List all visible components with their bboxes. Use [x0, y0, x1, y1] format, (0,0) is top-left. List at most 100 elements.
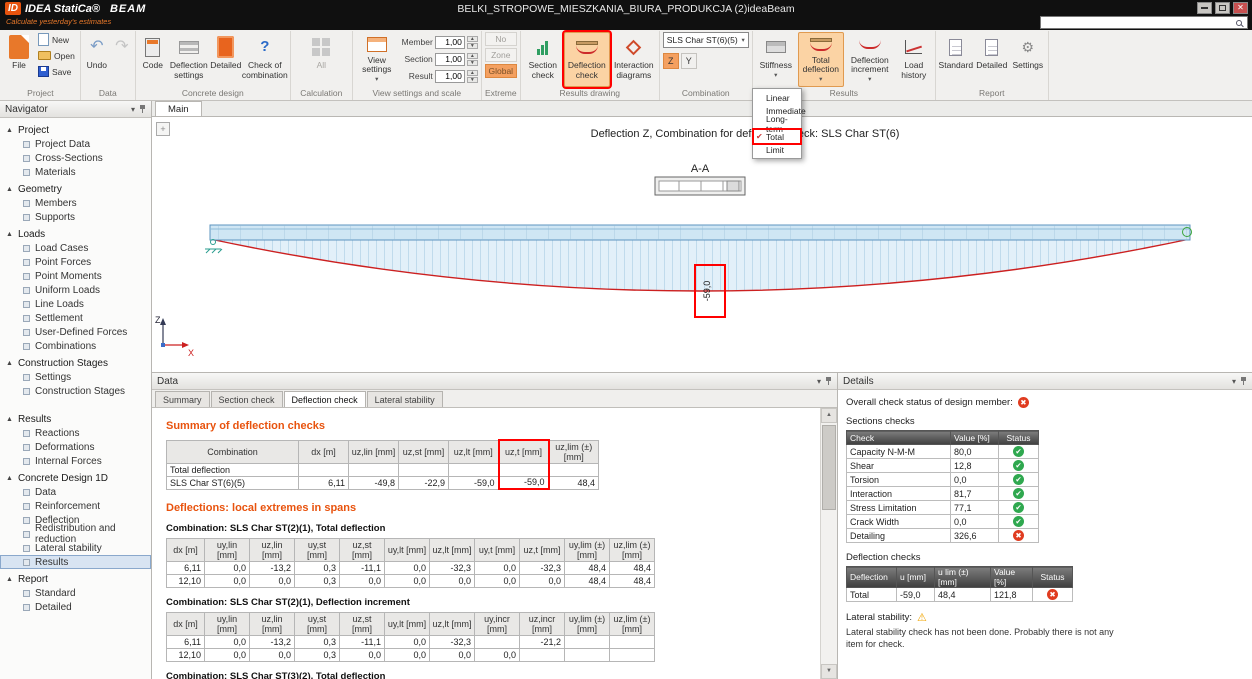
open-button[interactable]: Open — [36, 48, 77, 63]
nav-item-point-moments[interactable]: Point Moments — [0, 269, 151, 283]
step-down-icon[interactable]: ▼ — [467, 60, 478, 66]
panel-menu-icon[interactable]: ▾ — [1232, 377, 1236, 386]
step-down-icon[interactable]: ▼ — [467, 43, 478, 49]
tab-main[interactable]: Main — [155, 101, 202, 116]
scroll-down-icon[interactable]: ▼ — [821, 664, 837, 679]
nav-item-data[interactable]: Data — [0, 485, 151, 499]
nav-item-line-loads[interactable]: Line Loads — [0, 297, 151, 311]
pin-icon[interactable] — [825, 376, 832, 386]
nav-item-results-selected[interactable]: Results — [0, 555, 151, 569]
report-detailed-button[interactable]: Detailed — [975, 32, 1009, 87]
view-settings-button[interactable]: View settings ▾ — [356, 32, 398, 87]
total-deflection-button[interactable]: Total deflection ▾ — [798, 32, 844, 87]
interaction-diagrams-button[interactable]: Interaction diagrams — [612, 32, 656, 87]
menu-item-limit[interactable]: Limit — [754, 143, 800, 156]
nav-item-uniform-loads[interactable]: Uniform Loads — [0, 283, 151, 297]
search-icon[interactable] — [1236, 20, 1242, 26]
combination-select[interactable]: SLS Char ST(6)(5) ▾ — [663, 32, 749, 48]
nav-section-project[interactable]: ▲Project — [0, 123, 151, 137]
nav-section-concrete-design-1d[interactable]: ▲Concrete Design 1D — [0, 471, 151, 485]
search-input[interactable] — [1041, 17, 1236, 28]
nav-section-results[interactable]: ▲Results — [0, 412, 151, 426]
section-scale-input[interactable] — [435, 53, 465, 66]
pin-icon[interactable] — [1240, 376, 1247, 386]
table-cell: 0,0 — [385, 649, 430, 662]
nav-item-detailed[interactable]: Detailed — [0, 600, 151, 614]
panel-menu-icon[interactable]: ▾ — [131, 105, 135, 114]
nav-item-redistribution-and-reduction[interactable]: Redistribution and reduction — [0, 527, 151, 541]
check-of-combination-button[interactable]: ? Check of combination — [243, 32, 287, 87]
menu-item-linear[interactable]: Linear — [754, 91, 800, 104]
step-down-icon[interactable]: ▼ — [467, 77, 478, 83]
result-scale-input[interactable] — [435, 70, 465, 83]
nav-item-reinforcement[interactable]: Reinforcement — [0, 499, 151, 513]
deflection-settings-button[interactable]: Deflection settings — [169, 32, 209, 87]
result-scale-stepper[interactable]: ▲▼ — [467, 70, 478, 83]
nav-section-report[interactable]: ▲Report — [0, 572, 151, 586]
fit-view-button[interactable]: + — [156, 122, 170, 136]
extreme-no-button[interactable]: No — [485, 32, 517, 46]
step-up-icon[interactable]: ▲ — [467, 70, 478, 76]
member-scale-stepper[interactable]: ▲▼ — [467, 36, 478, 49]
menu-item-long-term[interactable]: Long-term — [754, 117, 800, 130]
scrollbar-thumb[interactable] — [822, 425, 836, 510]
nav-item-point-forces[interactable]: Point Forces — [0, 255, 151, 269]
deflection-increment-button[interactable]: Deflection increment ▾ — [846, 32, 894, 87]
tab-section-check[interactable]: Section check — [211, 391, 283, 407]
report-standard-button[interactable]: Standard — [939, 32, 973, 87]
pin-icon[interactable] — [139, 104, 146, 114]
nav-section-construction-stages[interactable]: ▲Construction Stages — [0, 356, 151, 370]
step-up-icon[interactable]: ▲ — [467, 36, 478, 42]
undo-button[interactable]: ↶ Undo — [84, 32, 110, 87]
nav-item-combinations[interactable]: Combinations — [0, 339, 151, 353]
table-cell: 81,7 — [951, 487, 999, 501]
section-scale-stepper[interactable]: ▲▼ — [467, 53, 478, 66]
axis-z-button[interactable]: Z — [663, 53, 679, 69]
table-cell: 0,0 — [951, 515, 999, 529]
axis-y-button[interactable]: Y — [681, 53, 697, 69]
scrollbar-track[interactable] — [821, 423, 837, 664]
section-check-button[interactable]: Section check — [524, 32, 562, 87]
nav-item-project-data[interactable]: Project Data — [0, 137, 151, 151]
code-button[interactable]: Code — [139, 32, 167, 87]
extreme-zone-button[interactable]: Zone — [485, 48, 517, 62]
nav-item-settings[interactable]: Settings — [0, 370, 151, 384]
nav-section-loads[interactable]: ▲Loads — [0, 227, 151, 241]
nav-item-settlement[interactable]: Settlement — [0, 311, 151, 325]
close-button[interactable]: ✕ — [1233, 2, 1248, 14]
nav-item-load-cases[interactable]: Load Cases — [0, 241, 151, 255]
extreme-global-button[interactable]: Global — [485, 64, 517, 78]
nav-item-reactions[interactable]: Reactions — [0, 426, 151, 440]
calculate-all-button[interactable]: All — [304, 32, 338, 87]
nav-item-deformations[interactable]: Deformations — [0, 440, 151, 454]
scroll-up-icon[interactable]: ▲ — [821, 408, 837, 423]
maximize-button[interactable] — [1215, 2, 1230, 14]
minimize-button[interactable] — [1197, 2, 1212, 14]
member-scale-input[interactable] — [435, 36, 465, 49]
nav-section-geometry[interactable]: ▲Geometry — [0, 182, 151, 196]
tab-summary[interactable]: Summary — [155, 391, 210, 407]
nav-item-user-defined-forces[interactable]: User-Defined Forces — [0, 325, 151, 339]
nav-item-standard[interactable]: Standard — [0, 586, 151, 600]
step-up-icon[interactable]: ▲ — [467, 53, 478, 59]
stiffness-button[interactable]: Stiffness ▾ — [756, 32, 796, 87]
nav-item-materials[interactable]: Materials — [0, 165, 151, 179]
report-settings-button[interactable]: ⚙ Settings — [1011, 32, 1045, 87]
deflection-check-button[interactable]: Deflection check — [564, 32, 610, 87]
load-history-button[interactable]: Load history — [896, 32, 932, 87]
new-button[interactable]: New — [36, 32, 77, 47]
panel-menu-icon[interactable]: ▾ — [817, 377, 821, 386]
tab-lateral-stability[interactable]: Lateral stability — [367, 391, 443, 407]
tab-deflection-check[interactable]: Deflection check — [284, 391, 366, 407]
nav-item-supports[interactable]: Supports — [0, 210, 151, 224]
vertical-scrollbar[interactable]: ▲ ▼ — [820, 408, 837, 679]
redo-button[interactable]: ↷ — [112, 32, 132, 87]
collapse-arrow-icon: ▲ — [6, 475, 13, 482]
nav-item-cross-sections[interactable]: Cross-Sections — [0, 151, 151, 165]
file-button[interactable]: File — [4, 32, 34, 87]
save-button[interactable]: Save — [36, 64, 77, 79]
nav-item-internal-forces[interactable]: Internal Forces — [0, 454, 151, 468]
nav-item-construction-stages[interactable]: Construction Stages — [0, 384, 151, 398]
nav-item-members[interactable]: Members — [0, 196, 151, 210]
detailed-check-button[interactable]: Detailed — [211, 32, 241, 87]
